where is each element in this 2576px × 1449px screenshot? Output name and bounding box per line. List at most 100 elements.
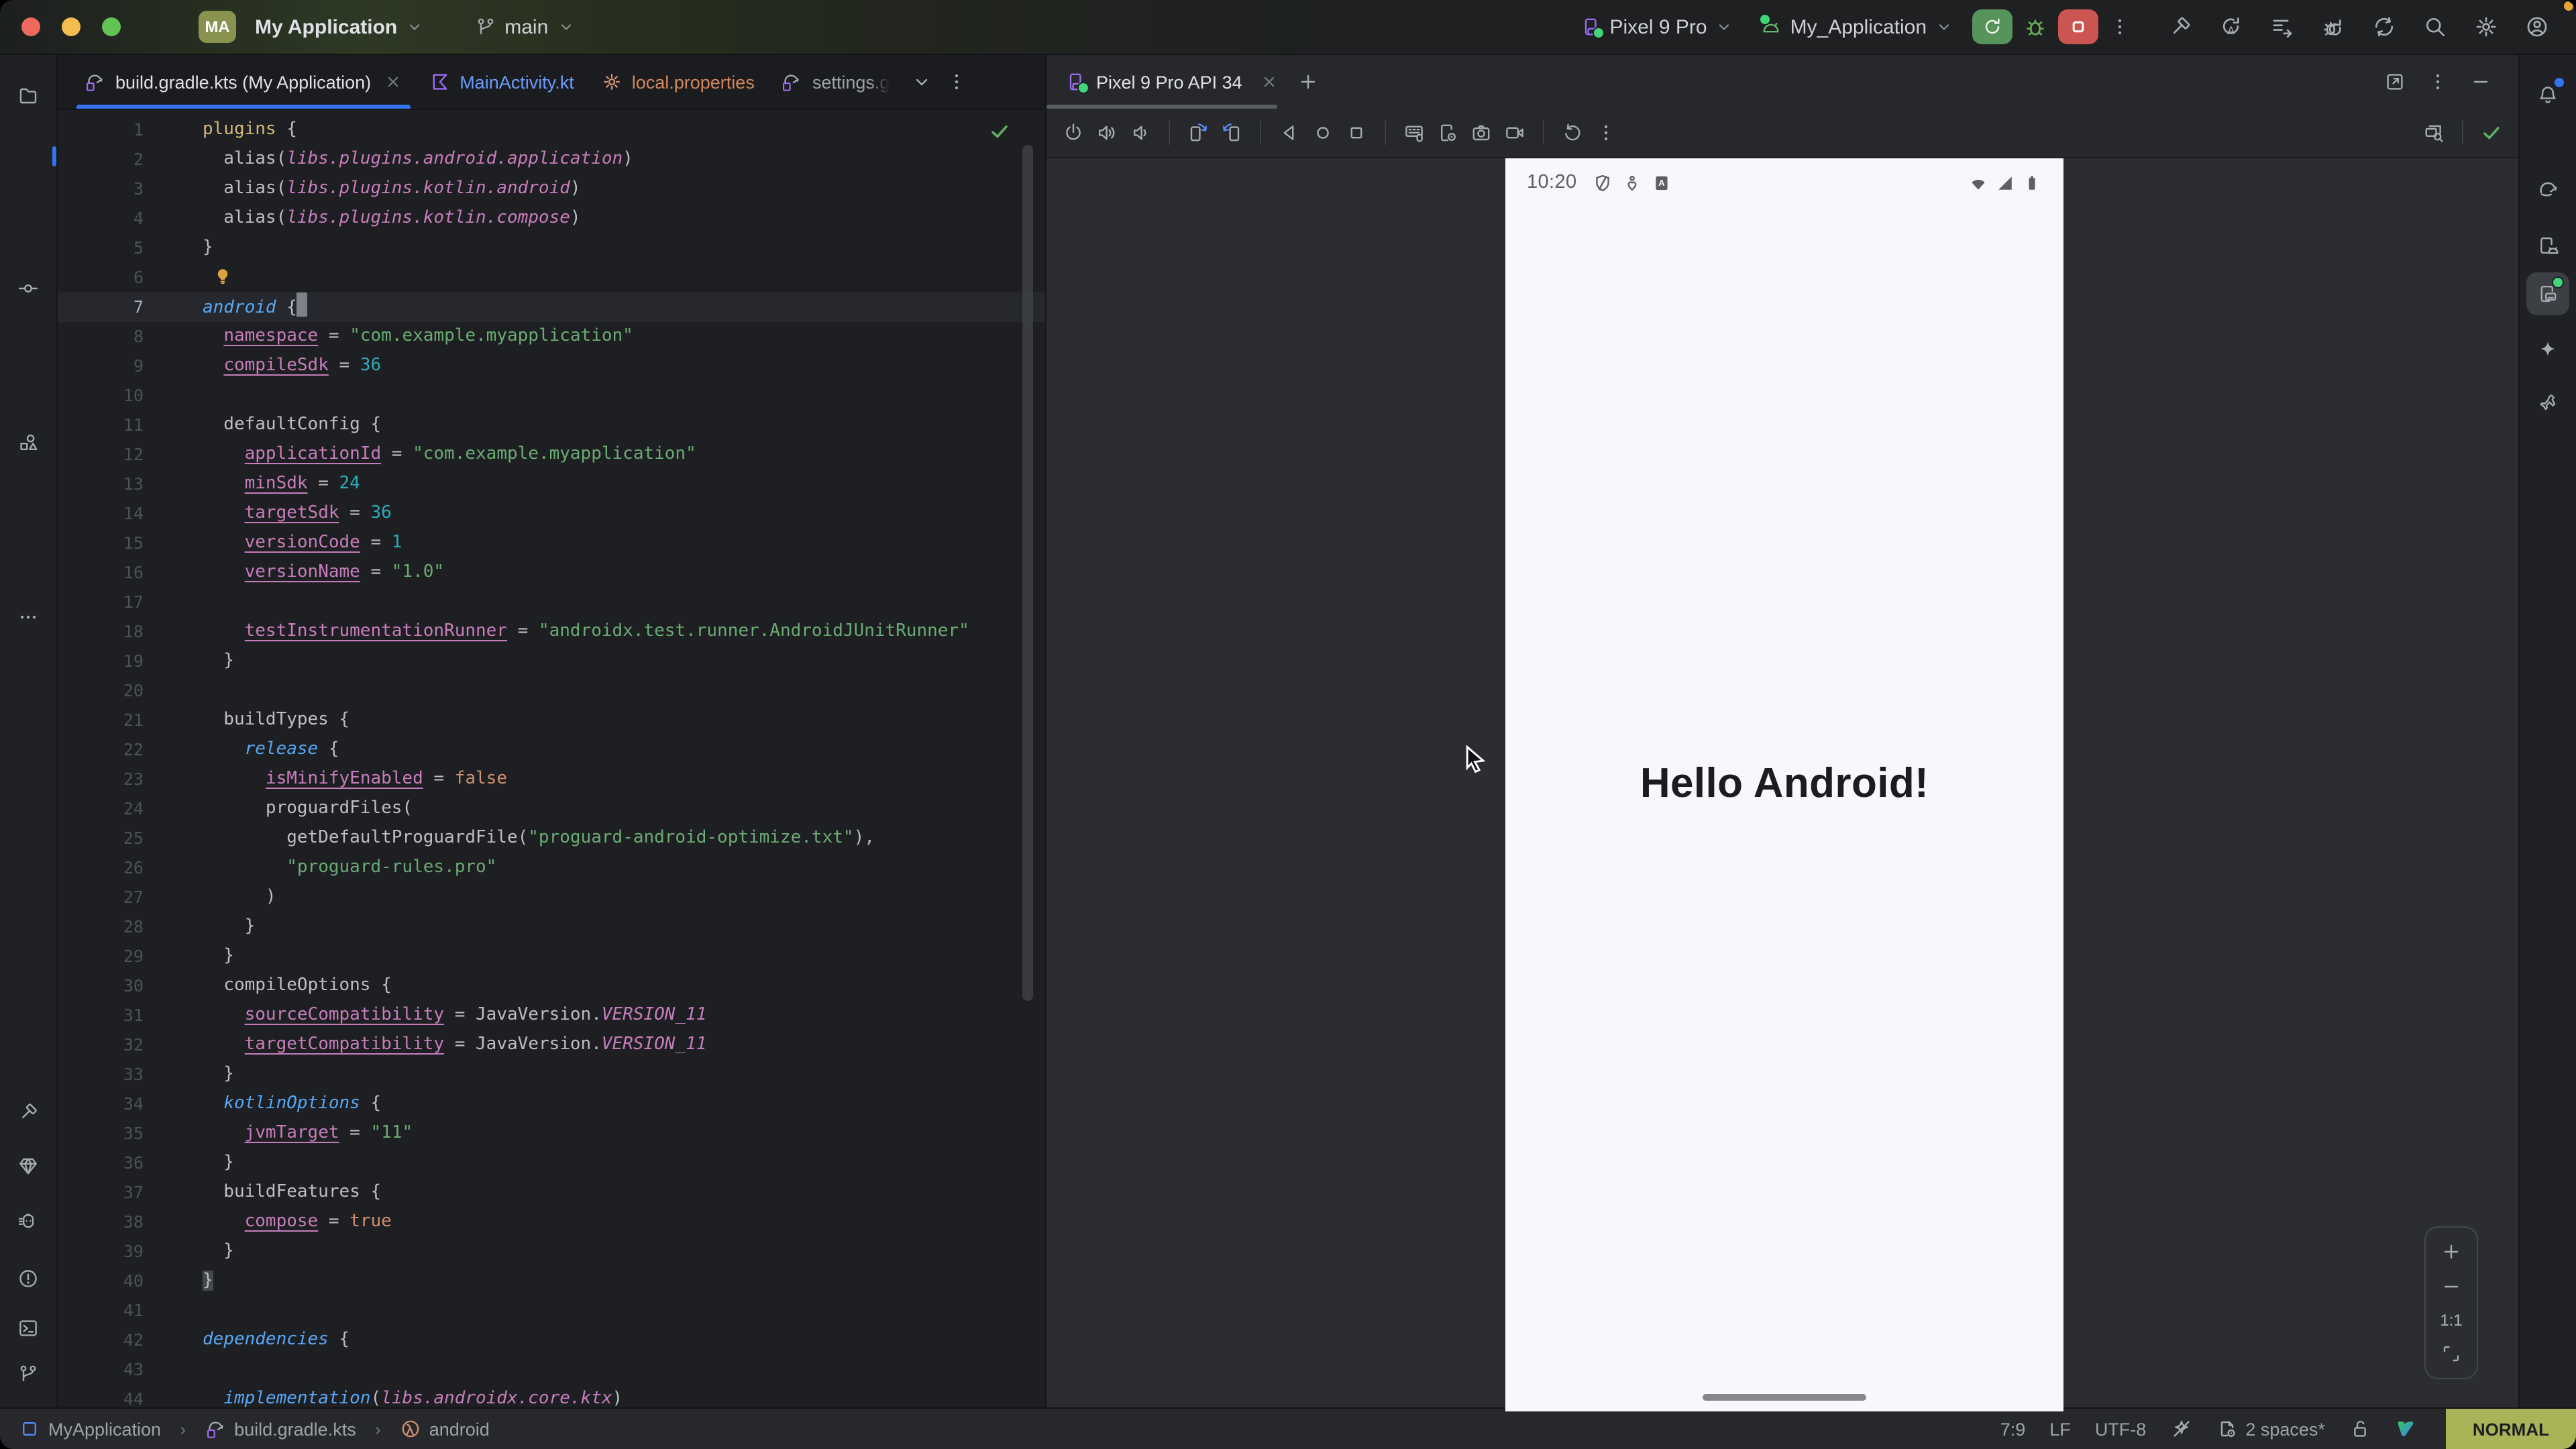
- line-number[interactable]: 6: [58, 263, 144, 292]
- project-selector[interactable]: My Application: [247, 10, 432, 44]
- gemini-disabled-icon[interactable]: [2170, 1418, 2192, 1440]
- tool-window-notifications[interactable]: [2526, 74, 2569, 117]
- tool-window-problems[interactable]: [7, 1257, 50, 1300]
- zoom-fit-icon[interactable]: [2440, 1343, 2462, 1364]
- line-number[interactable]: 39: [58, 1237, 144, 1267]
- tool-window-terminal[interactable]: [7, 1307, 50, 1350]
- overview-icon[interactable]: [1346, 122, 1367, 144]
- breadcrumb-build.gradle.kts[interactable]: build.gradle.kts: [205, 1418, 356, 1440]
- zoom-out-icon[interactable]: [2440, 1276, 2462, 1297]
- apply-changes-button[interactable]: A: [2211, 9, 2251, 44]
- tool-window-version-control[interactable]: [7, 1352, 50, 1395]
- debug-button[interactable]: [2023, 15, 2047, 39]
- line-number[interactable]: 20: [58, 676, 144, 706]
- line-number[interactable]: 38: [58, 1208, 144, 1237]
- screen-record-icon[interactable]: [1504, 122, 1525, 144]
- zoom-in-icon[interactable]: [2440, 1241, 2462, 1263]
- tool-window-gradle[interactable]: [2526, 168, 2569, 211]
- line-number[interactable]: 29: [58, 942, 144, 971]
- breadcrumb-MyApplication[interactable]: MyApplication: [19, 1418, 161, 1440]
- zoom-window-button[interactable]: [102, 17, 121, 36]
- power-icon[interactable]: [1063, 122, 1084, 144]
- tab-local.properties[interactable]: local.properties: [588, 55, 768, 109]
- line-number[interactable]: 16: [58, 558, 144, 588]
- build-button[interactable]: [2160, 9, 2200, 44]
- device-settings-icon[interactable]: [1437, 122, 1458, 144]
- minimize-icon[interactable]: [2470, 71, 2491, 93]
- tab-MainActivity.kt[interactable]: MainActivity.kt: [415, 55, 588, 109]
- line-number[interactable]: 34: [58, 1089, 144, 1119]
- line-number[interactable]: 13: [58, 470, 144, 499]
- hardware-input-icon[interactable]: [1403, 122, 1425, 144]
- minimize-window-button[interactable]: [62, 17, 80, 36]
- close-icon[interactable]: [383, 72, 402, 91]
- line-number[interactable]: 17: [58, 588, 144, 617]
- line-number[interactable]: 24: [58, 794, 144, 824]
- line-number[interactable]: 30: [58, 971, 144, 1001]
- tool-window-resource-manager[interactable]: [7, 421, 50, 464]
- tool-window-more-windows[interactable]: [7, 596, 50, 639]
- line-number[interactable]: 25: [58, 824, 144, 853]
- home-icon[interactable]: [1312, 122, 1334, 144]
- tool-window-logcat[interactable]: [7, 1201, 50, 1244]
- tab-build.gradle.kts[interactable]: build.gradle.kts (My Application): [71, 55, 415, 109]
- line-number[interactable]: 1: [58, 115, 144, 145]
- ui-check-icon[interactable]: [2423, 122, 2445, 144]
- line-number[interactable]: 28: [58, 912, 144, 942]
- volume-down-icon[interactable]: [1130, 122, 1151, 144]
- tool-window-app-quality-insights[interactable]: [7, 1144, 50, 1187]
- tool-window-airplane[interactable]: [2526, 382, 2569, 425]
- breadcrumb-android[interactable]: android: [400, 1418, 490, 1440]
- line-number[interactable]: 2: [58, 145, 144, 174]
- line-number[interactable]: 23: [58, 765, 144, 794]
- sync-project-button[interactable]: [2364, 9, 2404, 44]
- line-number[interactable]: 12: [58, 440, 144, 470]
- tool-window-running-devices[interactable]: [2526, 272, 2569, 315]
- line-number[interactable]: 42: [58, 1326, 144, 1355]
- new-tab-icon[interactable]: [1297, 71, 1319, 93]
- indent-setting[interactable]: 2 spaces*: [2216, 1418, 2325, 1440]
- line-number[interactable]: 40: [58, 1267, 144, 1296]
- tool-window-gemini[interactable]: [2526, 329, 2569, 372]
- tool-window-commit[interactable]: [7, 267, 50, 310]
- phone-screen[interactable]: 10:20 A Hello Android!: [1505, 158, 2063, 1411]
- back-icon[interactable]: [1279, 122, 1300, 144]
- line-number[interactable]: 26: [58, 853, 144, 883]
- file-encoding[interactable]: UTF-8: [2095, 1419, 2147, 1439]
- tab-options-icon[interactable]: [946, 71, 967, 93]
- branch-selector[interactable]: main: [467, 10, 583, 44]
- line-number[interactable]: 31: [58, 1001, 144, 1030]
- tool-window-build-tool[interactable]: [7, 1091, 50, 1134]
- line-number[interactable]: 37: [58, 1178, 144, 1208]
- rotate-right-icon[interactable]: [1221, 122, 1242, 144]
- line-number[interactable]: 35: [58, 1119, 144, 1148]
- line-number[interactable]: 3: [58, 174, 144, 204]
- line-number[interactable]: 33: [58, 1060, 144, 1089]
- tab-settings.g[interactable]: settings.g: [768, 55, 904, 109]
- line-number[interactable]: 43: [58, 1355, 144, 1385]
- stop-button[interactable]: [2058, 9, 2098, 44]
- line-number[interactable]: 36: [58, 1148, 144, 1178]
- line-number[interactable]: 44: [58, 1385, 144, 1407]
- line-number[interactable]: 9: [58, 352, 144, 381]
- vim-mode-badge[interactable]: NORMAL: [2446, 1409, 2576, 1449]
- apply-code-changes-button[interactable]: [2262, 9, 2302, 44]
- line-ending[interactable]: LF: [2049, 1419, 2071, 1439]
- line-number[interactable]: 21: [58, 706, 144, 735]
- tool-window-device-manager[interactable]: [2526, 224, 2569, 267]
- profile-button[interactable]: [2517, 9, 2557, 44]
- line-number[interactable]: 22: [58, 735, 144, 765]
- volume-up-icon[interactable]: [1096, 122, 1118, 144]
- more-icon[interactable]: [2427, 71, 2449, 93]
- line-number[interactable]: 18: [58, 617, 144, 647]
- inspections-ok-icon[interactable]: [989, 121, 1010, 142]
- line-number[interactable]: 15: [58, 529, 144, 558]
- more-icon[interactable]: [1595, 122, 1617, 144]
- caret-position[interactable]: 7:9: [2000, 1419, 2026, 1439]
- chevron-down-icon[interactable]: [911, 71, 932, 93]
- line-number[interactable]: 7: [58, 292, 144, 322]
- screenshot-icon[interactable]: [1470, 122, 1492, 144]
- rerun-button[interactable]: [1972, 9, 2012, 44]
- device-selector[interactable]: Pixel 9 Pro: [1572, 10, 1741, 44]
- tool-window-project[interactable]: [7, 74, 50, 117]
